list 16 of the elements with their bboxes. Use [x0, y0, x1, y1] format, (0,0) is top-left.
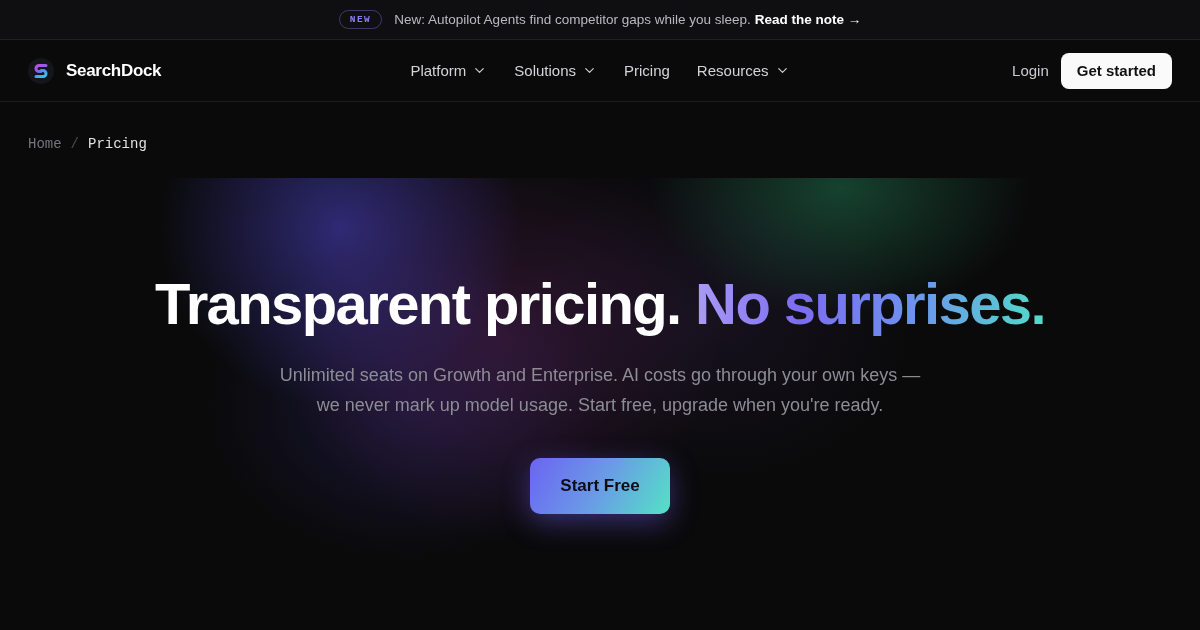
breadcrumb-link[interactable]: Home — [28, 136, 62, 153]
announcement-text: New: Autopilot Agents find competitor gaps while you sleep. — [394, 12, 751, 27]
get-started-button[interactable]: Get started — [1060, 52, 1172, 89]
login-link[interactable]: Login — [1012, 62, 1049, 79]
nav-link[interactable]: Pricing — [624, 62, 670, 79]
hero-subtitle: Unlimited seats on Growth and Enterprise. AI costs go through your own keys — we never mark up model usage. Start free, upgrade when you're ready. — [278, 364, 922, 417]
breadcrumb-separator: / — [70, 136, 79, 153]
start-free-button[interactable]: Start Free — [530, 458, 670, 514]
read-note-link[interactable]: Read the note → — [754, 12, 862, 27]
brand-name: SearchDock — [66, 60, 162, 81]
nav-link[interactable]: Platform — [410, 62, 488, 79]
hero-title: Transparent pricing. No surprises. — [155, 272, 1045, 336]
nav-link[interactable]: Solutions — [514, 62, 597, 79]
breadcrumb-link[interactable]: Pricing — [88, 136, 147, 153]
logo-icon — [28, 57, 54, 84]
nav-link[interactable]: Resources — [696, 62, 790, 79]
